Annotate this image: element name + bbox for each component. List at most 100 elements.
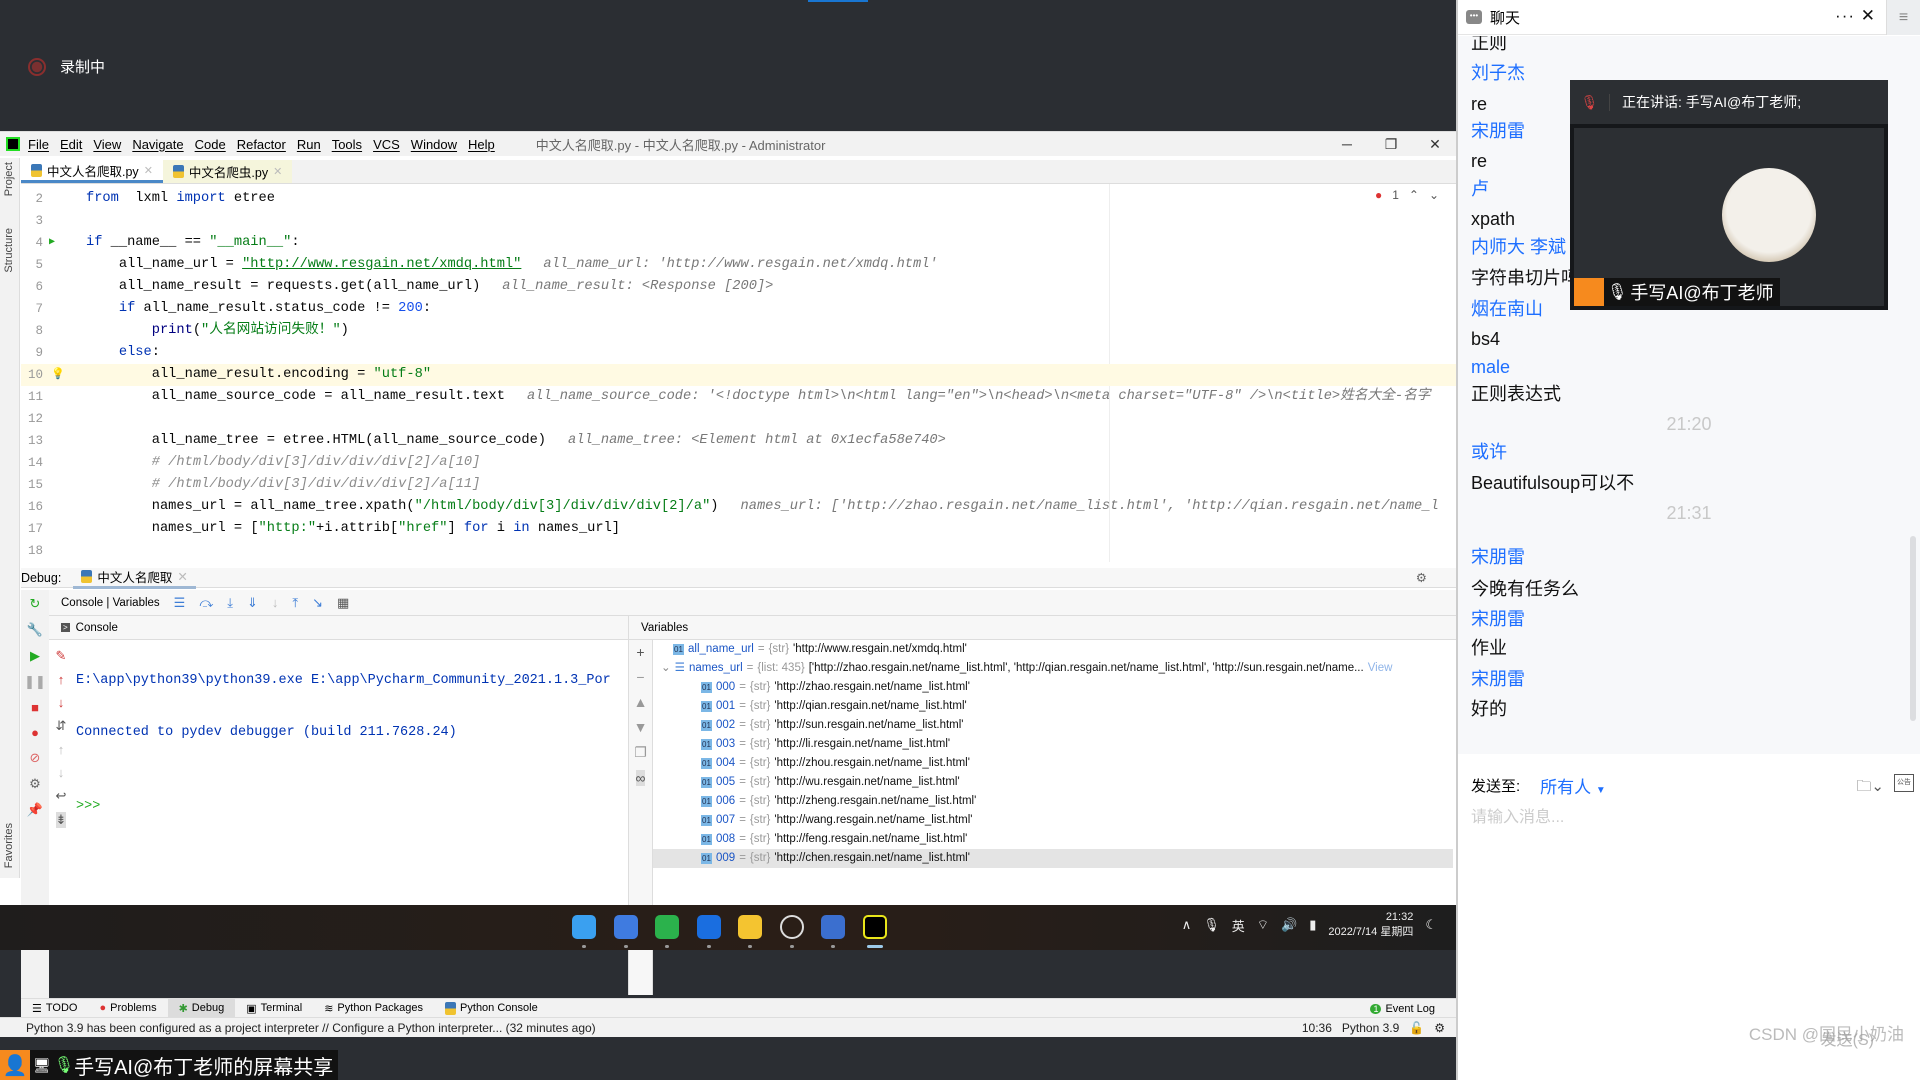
variable-row[interactable]: 01 003 = {str}'http://li.resgain.net/name_l…	[653, 735, 1453, 754]
tab-zhongwen-mingpachong[interactable]: 中文名爬虫.py ✕	[162, 160, 293, 183]
console-variables-toggle[interactable]: Console | Variables	[61, 597, 160, 609]
pause-icon[interactable]: ❚❚	[24, 674, 46, 690]
message-sender[interactable]: 宋朋雷	[1471, 608, 1525, 630]
menu-tools[interactable]: Tools	[332, 137, 362, 152]
run-to-cursor-icon[interactable]: ↘	[312, 595, 323, 611]
menu-help[interactable]: Help	[468, 137, 495, 152]
ime-indicator[interactable]: 英	[1232, 916, 1245, 935]
variable-row[interactable]: 01 005 = {str}'http://wu.resgain.net/name_l…	[653, 773, 1453, 792]
menu-view[interactable]: View	[93, 137, 121, 152]
file-explorer-icon[interactable]	[738, 915, 762, 939]
sort-icon[interactable]: ⇵	[56, 718, 67, 734]
menu-code[interactable]: Code	[195, 137, 226, 152]
mic-muted-icon[interactable]: 🎙	[1570, 93, 1610, 111]
variable-row[interactable]: 01 006 = {str}'http://zheng.resgain.net/nam…	[653, 792, 1453, 811]
message-sender[interactable]: 宋朋雷	[1471, 120, 1525, 142]
message-sender[interactable]: 或许	[1471, 441, 1507, 463]
mute-breakpoints-icon[interactable]: ⊘	[30, 750, 41, 766]
intention-bulb-icon[interactable]: 💡	[51, 364, 65, 386]
menu-file[interactable]: File	[28, 137, 49, 152]
clock[interactable]: 21:32 2022/7/14 星期四	[1328, 910, 1413, 940]
send-button[interactable]: 发送(S)	[1821, 1026, 1874, 1050]
notice-icon[interactable]: 公告	[1894, 774, 1914, 792]
favorites-tool-button[interactable]: Favorites	[3, 823, 15, 868]
obs-icon[interactable]	[780, 915, 804, 939]
wechat-icon[interactable]	[655, 915, 679, 939]
message-sender[interactable]: male	[1471, 356, 1510, 378]
up-arrow-icon[interactable]: ↑	[58, 672, 65, 687]
next-error-icon[interactable]: ⌄	[1429, 188, 1439, 202]
message-sender[interactable]: 烟在南山	[1471, 298, 1543, 320]
tab-zhongwen-renming-paqu[interactable]: 中文人名爬取.py ✕	[21, 160, 163, 183]
battery-icon[interactable]: ▮	[1309, 917, 1316, 933]
terminal-tab[interactable]: ▣ Terminal	[235, 999, 313, 1018]
menu-navigate[interactable]: Navigate	[132, 137, 183, 152]
send-to-dropdown[interactable]: 所有人 ▼	[1540, 773, 1606, 798]
clear-icon[interactable]: ✎	[56, 648, 67, 664]
settings-gear-icon[interactable]: ⚙	[1416, 570, 1427, 585]
error-indicator[interactable]: ● 1 ⌃ ⌄	[1375, 188, 1439, 202]
interpreter-selector[interactable]: Python 3.9	[1342, 1021, 1399, 1035]
python-packages-tab[interactable]: ≋ Python Packages	[313, 999, 434, 1018]
menu-edit[interactable]: Edit	[60, 137, 82, 152]
variable-row[interactable]: 01 009 = {str}'http://chen.resgain.net/name…	[653, 849, 1453, 868]
caret-position[interactable]: 10:36	[1302, 1021, 1332, 1035]
message-sender[interactable]: 卢	[1471, 178, 1489, 200]
variable-row[interactable]: 01 004 = {str}'http://zhou.resgain.net/name…	[653, 754, 1453, 773]
variable-row[interactable]: 01 000 = {str}'http://zhao.resgain.net/name…	[653, 678, 1453, 697]
problems-tab[interactable]: ● Problems	[88, 999, 167, 1018]
windows-start-icon[interactable]	[572, 915, 596, 939]
chat-input[interactable]: 请输入消息...	[1471, 803, 1564, 827]
add-watch-icon[interactable]: +	[636, 644, 644, 660]
step-into-my-code-icon[interactable]: ⇓	[247, 595, 258, 611]
next-icon[interactable]: ↓	[58, 765, 65, 780]
moon-icon[interactable]: ☾	[1425, 917, 1437, 933]
step-over-icon[interactable]: ⤼	[199, 595, 213, 611]
variable-row[interactable]: 01 all_name_url = {str}'http://www.resgain.…	[653, 640, 1453, 659]
copy-icon[interactable]: ❐	[634, 744, 647, 761]
message-sender[interactable]: 内师大 李斌	[1471, 236, 1566, 258]
message-sender[interactable]: 宋朋雷	[1471, 546, 1525, 568]
wifi-icon[interactable]: ⌔	[1257, 917, 1269, 933]
show-watches-icon[interactable]: ∞	[635, 770, 646, 786]
lock-icon[interactable]: 🔓	[1409, 1021, 1424, 1035]
menu-window[interactable]: Window	[411, 137, 457, 152]
chat-scrollbar[interactable]	[1910, 536, 1916, 721]
debug-session-tab[interactable]: 中文人名爬取 ✕	[73, 567, 196, 589]
volume-icon[interactable]: 🔊	[1281, 917, 1297, 933]
chevron-up-icon[interactable]: ∧	[1182, 917, 1192, 933]
tencent-meeting-icon[interactable]	[697, 915, 721, 939]
step-into-icon[interactable]: ⤓	[227, 595, 233, 611]
variable-row[interactable]: 01 007 = {str}'http://wang.resgain.net/name…	[653, 811, 1453, 830]
prev-error-icon[interactable]: ⌃	[1409, 188, 1419, 202]
stop-icon[interactable]: ■	[31, 700, 39, 715]
console-prompt[interactable]: >>>	[73, 796, 628, 818]
more-options-icon[interactable]: ··· ✕	[1835, 6, 1876, 26]
remote-desktop-icon[interactable]	[821, 915, 845, 939]
debug-tab[interactable]: ✱ Debug	[167, 998, 236, 1018]
close-tab-icon[interactable]: ✕	[144, 164, 153, 177]
scroll-to-end-icon[interactable]: ⇟	[55, 812, 67, 828]
evaluate-expression-icon[interactable]: ▦	[337, 595, 349, 611]
video-window[interactable]: 🎙 正在讲话: 手写AI@布丁老师; 🎙 手写AI@布丁老师	[1570, 80, 1888, 310]
down-arrow-icon[interactable]: ↓	[58, 695, 65, 710]
menu-vcs[interactable]: VCS	[373, 137, 400, 152]
show-execution-point-icon[interactable]: ☰	[174, 595, 186, 611]
todo-tab[interactable]: ☰ TODO	[21, 999, 88, 1018]
microphone-icon[interactable]: 🎙	[1203, 917, 1220, 933]
wrench-icon[interactable]: 🔧	[27, 622, 43, 638]
close-tab-icon[interactable]: ✕	[273, 165, 282, 178]
variable-row[interactable]: 01 001 = {str}'http://qian.resgain.net/name…	[653, 697, 1453, 716]
message-sender[interactable]: 宋朋雷	[1471, 668, 1525, 690]
menu-run[interactable]: Run	[297, 137, 321, 152]
rerun-icon[interactable]: ↻	[30, 596, 41, 612]
chevron-down-icon[interactable]: ⌄	[661, 659, 671, 678]
restore-button[interactable]: ❐	[1369, 136, 1413, 153]
variable-row[interactable]: ⌄ ☰ names_url = {list: 435} ['http://zhao.res…	[653, 659, 1453, 678]
structure-tool-button[interactable]: Structure	[3, 228, 15, 273]
force-step-into-icon[interactable]: ↓	[272, 595, 279, 610]
variable-row[interactable]: 01 002 = {str}'http://sun.resgain.net/name_…	[653, 716, 1453, 735]
menu-refactor[interactable]: Refactor	[237, 137, 286, 152]
code-editor[interactable]: 2 from lxml import etree 3 4 ▶ if __name__ ==…	[21, 184, 1457, 562]
close-session-icon[interactable]: ✕	[177, 569, 187, 584]
